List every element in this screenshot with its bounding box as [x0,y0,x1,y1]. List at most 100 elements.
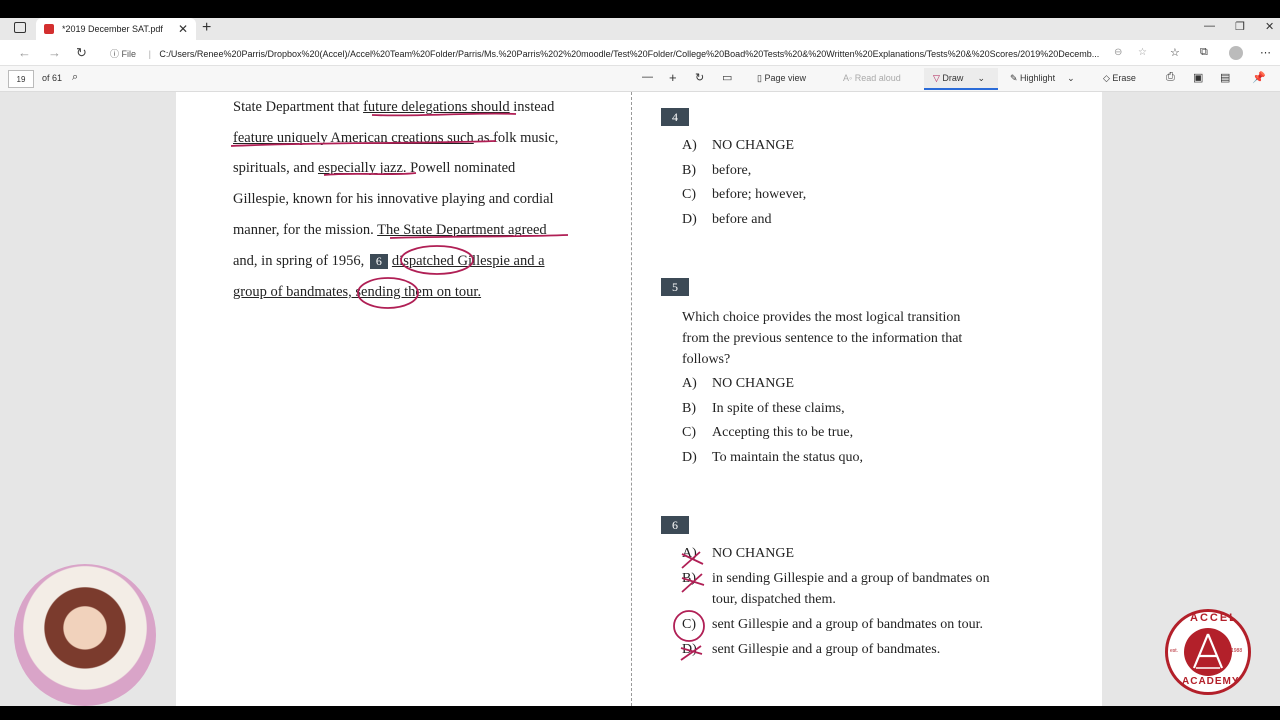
address-bar: ← → ↻ ⓘ File | C:/Users/Renee%20Parris/D… [0,40,1280,66]
restore-icon[interactable]: ❐ [1235,20,1245,33]
answer-option[interactable]: B) before, [682,163,751,179]
fit-page-icon[interactable]: ▭ [722,71,732,84]
question-number-6: 6 [661,516,689,534]
tab-actions-icon[interactable] [14,22,26,33]
back-icon[interactable]: ← [18,45,31,60]
pdf-file-icon [44,24,54,34]
option-text: Accepting this to be true, [712,425,854,441]
option-letter: C) [682,425,696,441]
answer-option[interactable]: C) sent Gillespie and a group of bandmate… [682,617,983,633]
option-text-continued: tour, dispatched them. [712,592,836,607]
passage-text-underlined: future delegations should [363,99,510,115]
new-tab-icon[interactable]: + [202,19,211,37]
answer-option[interactable]: C) Accepting this to be true, [682,425,853,441]
zoom-out-button[interactable]: — [642,71,653,83]
save-icon[interactable]: ▣ [1193,71,1203,84]
file-label: File [121,49,137,59]
logo-top-text: ACCEL [1190,612,1238,624]
option-letter: A) [682,138,697,153]
more-icon[interactable]: ⋯ [1260,46,1271,59]
passage-text: manner, for the mission. [233,222,378,238]
accel-academy-logo: ACCEL ACADEMY est. 1988 [1165,609,1251,695]
erase-button[interactable]: ◇ Erase [1103,73,1136,84]
question-stem: Which choice provides the most logical t… [682,307,962,370]
answer-option[interactable]: A) NO CHANGE [682,138,794,154]
pdf-toolbar: 19 of 61 ⌕ — + ↻ ▭ ▯ Page view A◦ Read a… [0,66,1280,92]
read-aloud-icon[interactable]: ☆ [1138,47,1147,58]
option-text: in sending Gillespie and a group of band… [712,571,990,586]
option-text: In spite of these claims, [712,400,845,416]
zoom-icon[interactable]: ⊖ [1114,47,1122,58]
passage-text: spirituals, and [233,160,318,176]
forward-icon[interactable]: → [48,45,61,60]
close-tab-icon[interactable]: ✕ [178,22,188,36]
option-text: before, [712,162,752,178]
passage-text: as folk music, [473,130,559,146]
highlight-button[interactable]: ✎ Highlight ⌄ [1010,73,1075,84]
answer-option[interactable]: C) before; however, [682,187,806,203]
option-text: sent Gillespie and a group of bandmates … [712,617,983,632]
answer-option[interactable]: D) sent Gillespie and a group of bandmate… [682,642,940,658]
passage-text-underlined: group of bandmates, sending them on tour… [233,284,482,300]
stem-line: from the previous sentence to the inform… [682,331,963,346]
option-text: NO CHANGE [712,138,795,153]
option-letter: B) [682,400,696,416]
option-text: NO CHANGE [712,376,795,391]
search-icon[interactable]: ⌕ [72,71,78,84]
profile-avatar[interactable] [1229,46,1243,60]
passage-text: State Department that [233,99,364,115]
passage-line: spirituals, and especially jazz. Powell … [233,160,515,177]
question-marker: 6 [369,254,388,269]
tab-pdf[interactable]: *2019 December SAT.pdf ✕ [36,18,196,40]
option-text: sent Gillespie and a group of bandmates. [712,642,941,657]
zoom-in-button[interactable]: + [669,70,677,85]
url-text: C:/Users/Renee%20Parris/Dropbox%20(Accel… [159,49,1100,59]
option-text: before; however, [712,187,807,203]
passage-line: feature uniquely American creations such… [233,130,558,147]
passage-line: group of bandmates, sending them on tour… [233,284,481,301]
option-letter: A) [682,376,697,391]
close-window-icon[interactable]: ✕ [1265,20,1274,33]
passage-line: State Department that future delegations… [233,99,554,116]
answer-option[interactable]: A) NO CHANGE [682,546,794,562]
question-number-4: 4 [661,108,689,126]
read-aloud-button: A◦ Read aloud [843,73,901,83]
passage-line: manner, for the mission. The State Depar… [233,222,547,239]
answer-option[interactable]: B) In spite of these claims, [682,401,845,417]
passage-text: and, in spring of 1956, [233,253,368,269]
option-text: before and [712,212,772,228]
option-letter: D) [682,642,697,657]
answer-option[interactable]: D) To maintain the status quo, [682,450,863,466]
top-black-bar [0,0,1280,18]
pdf-viewer: State Department that future delegations… [0,92,1280,706]
answer-option[interactable]: D) before and [682,212,771,228]
option-text: NO CHANGE [712,546,795,561]
tab-title: *2019 December SAT.pdf [62,24,163,34]
passage-text-underlined: dispatched Gillespie and a [391,253,545,269]
answer-option[interactable]: B) in sending Gillespie and a group of ba… [682,571,990,587]
minimize-icon[interactable]: — [1204,20,1215,32]
option-letter: B) [682,162,696,178]
url-field[interactable]: ⓘ File | C:/Users/Renee%20Parris/Dropbox… [110,47,1099,60]
passage-line: and, in spring of 1956, 6 dispatched Gill… [233,253,545,270]
info-icon: ⓘ [110,49,120,59]
page-number-input[interactable]: 19 [8,70,34,88]
page-view-button[interactable]: ▯ Page view [757,73,806,84]
option-letter: C) [682,187,696,203]
passage-text: Powell nominated [406,160,516,176]
refresh-icon[interactable]: ↻ [76,45,87,61]
question-number-5: 5 [661,278,689,296]
favorites-icon[interactable]: ☆ [1170,46,1180,59]
chevron-down-icon: ⌄ [1067,73,1075,83]
passage-line: Gillespie, known for his innovative play… [233,191,554,207]
save-as-icon[interactable]: ▤ [1220,71,1230,84]
answer-option[interactable]: A) NO CHANGE [682,376,794,392]
rotate-icon[interactable]: ↻ [695,71,704,84]
pdf-page: State Department that future delegations… [176,92,1102,706]
option-letter: A) [682,546,697,561]
option-text: To maintain the status quo, [712,450,864,466]
print-icon[interactable]: ⎙ [1166,71,1175,84]
draw-button[interactable]: ▽ Draw ⌄ [933,73,985,84]
pin-icon[interactable]: 📌 [1252,71,1266,84]
collections-icon[interactable]: ⧉ [1200,46,1208,59]
